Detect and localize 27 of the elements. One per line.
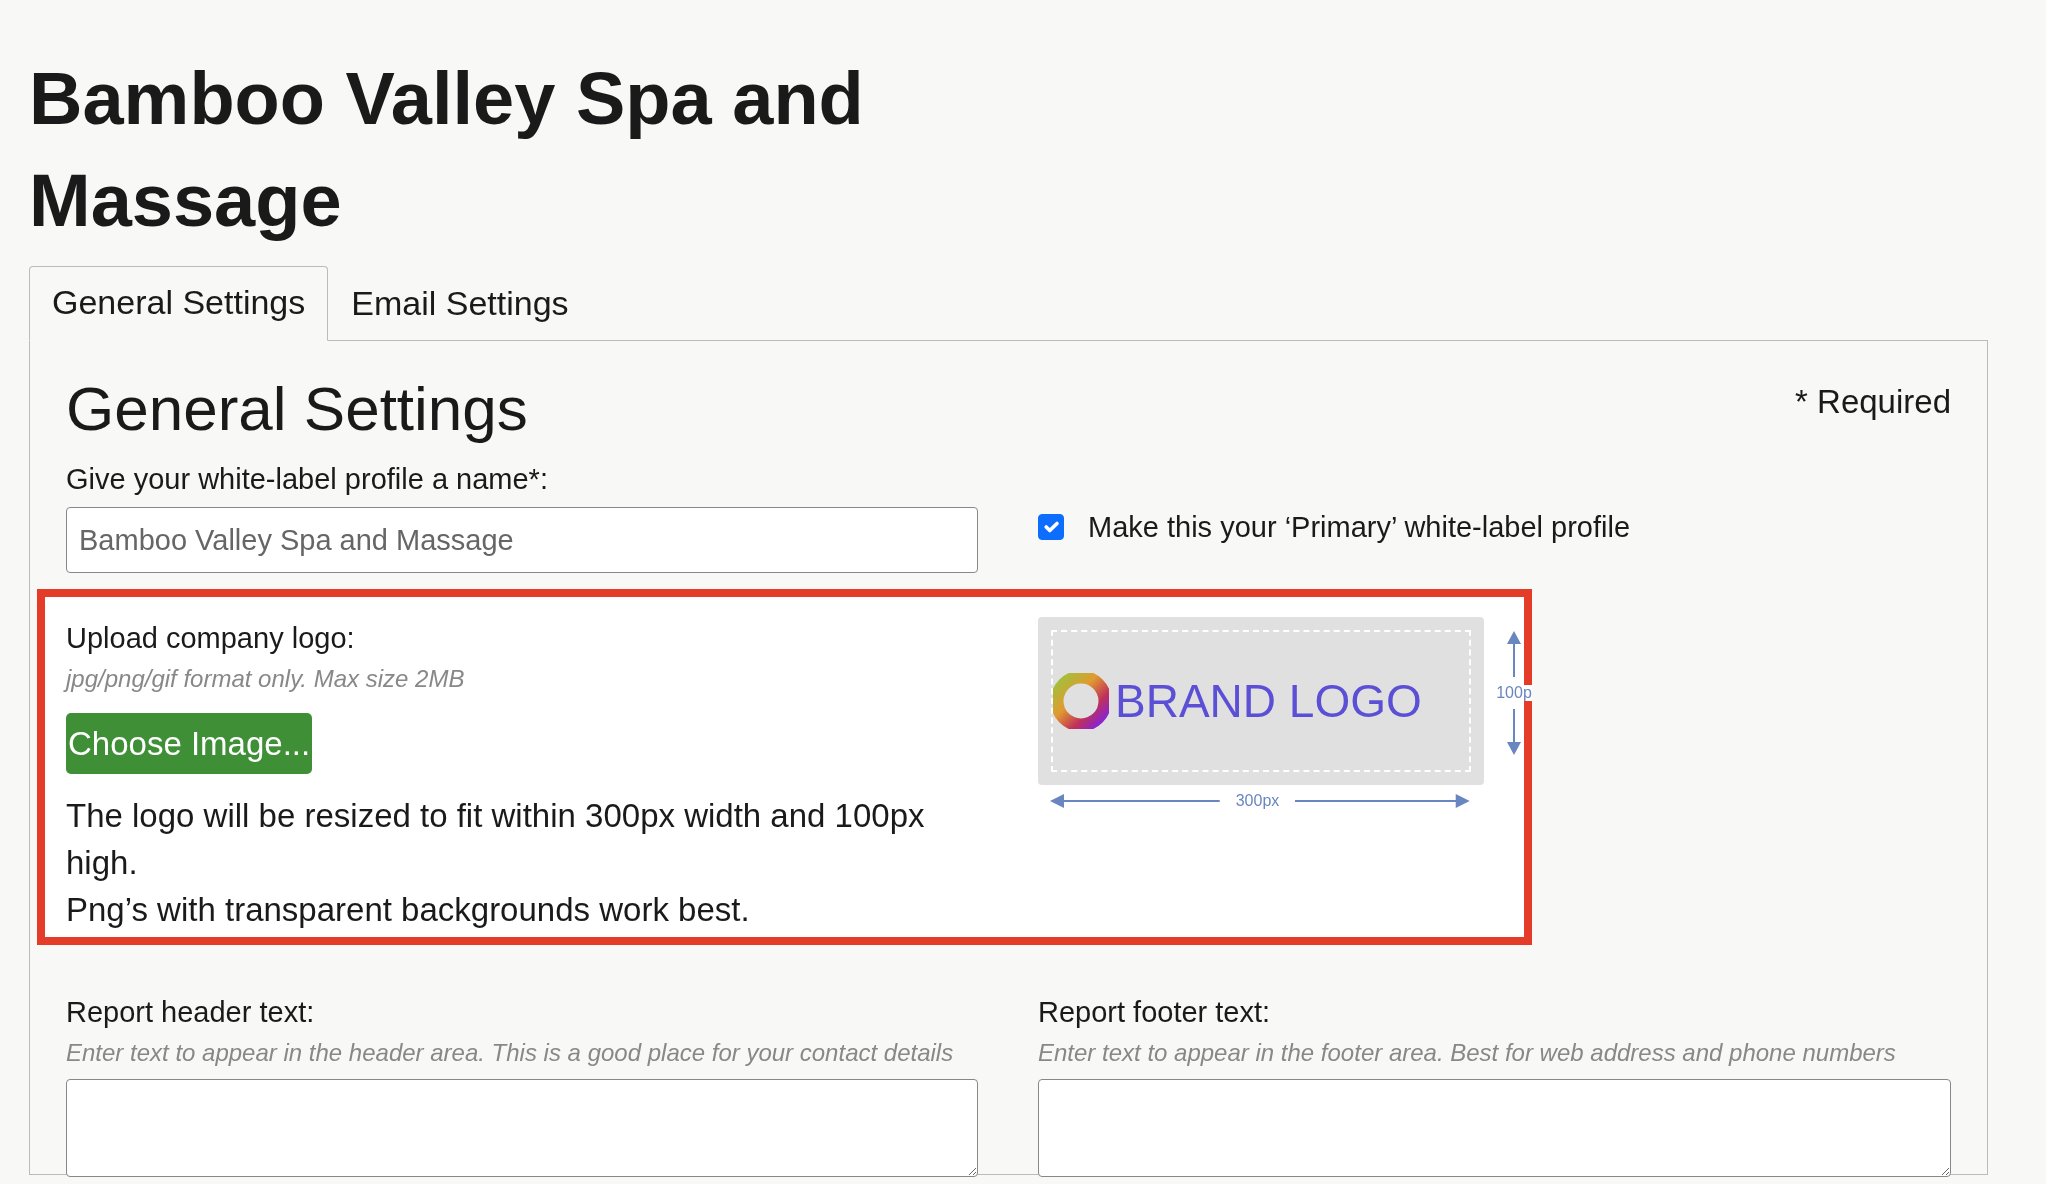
checkbox-label: Make this your ‘Primary’ white-label profile (1088, 509, 1631, 545)
field-label: Give your white-label profile a name*: (66, 461, 549, 497)
help-text: Png’s with transparent backgrounds work best. (66, 890, 751, 931)
help-text: The logo will be resized to fit within 300px width and 100px high. (66, 796, 926, 884)
checkbox[interactable] (1038, 514, 1064, 541)
arrow-up-icon (1507, 631, 1521, 678)
arrow-left-icon (1050, 794, 1220, 809)
tab[interactable]: General Settings (29, 266, 329, 341)
dimension-label: 100p (1496, 685, 1532, 702)
field-label: Report footer text: (1038, 995, 1272, 1031)
text-area[interactable] (66, 1078, 978, 1177)
choose-image-button[interactable]: Choose Image... (66, 712, 313, 775)
input-field[interactable]: Bamboo Valley Spa and Massage (66, 507, 978, 574)
section-heading: General Settings (66, 373, 528, 445)
required-note: * Required (1795, 382, 1951, 422)
text-area[interactable] (1038, 1078, 1951, 1177)
arrow-down-icon (1507, 709, 1521, 756)
hint-text: Enter text to appear in the footer area. Best for web address and phone numbers (1038, 1037, 1897, 1068)
logo-text: BRAND LOGO (1115, 673, 1422, 729)
arrow-right-icon (1295, 794, 1470, 809)
dimension-label: 300px (1235, 793, 1280, 810)
tab[interactable]: Email Settings (328, 267, 592, 341)
hint-text: Enter text to appear in the header area. This is a good place for your contact details (66, 1037, 955, 1068)
field-label: Upload company logo: (66, 621, 356, 657)
page-title: Bamboo Valley Spa and Massage (29, 56, 865, 244)
field-label: Report header text: (66, 995, 316, 1031)
ring-icon (1053, 673, 1109, 730)
